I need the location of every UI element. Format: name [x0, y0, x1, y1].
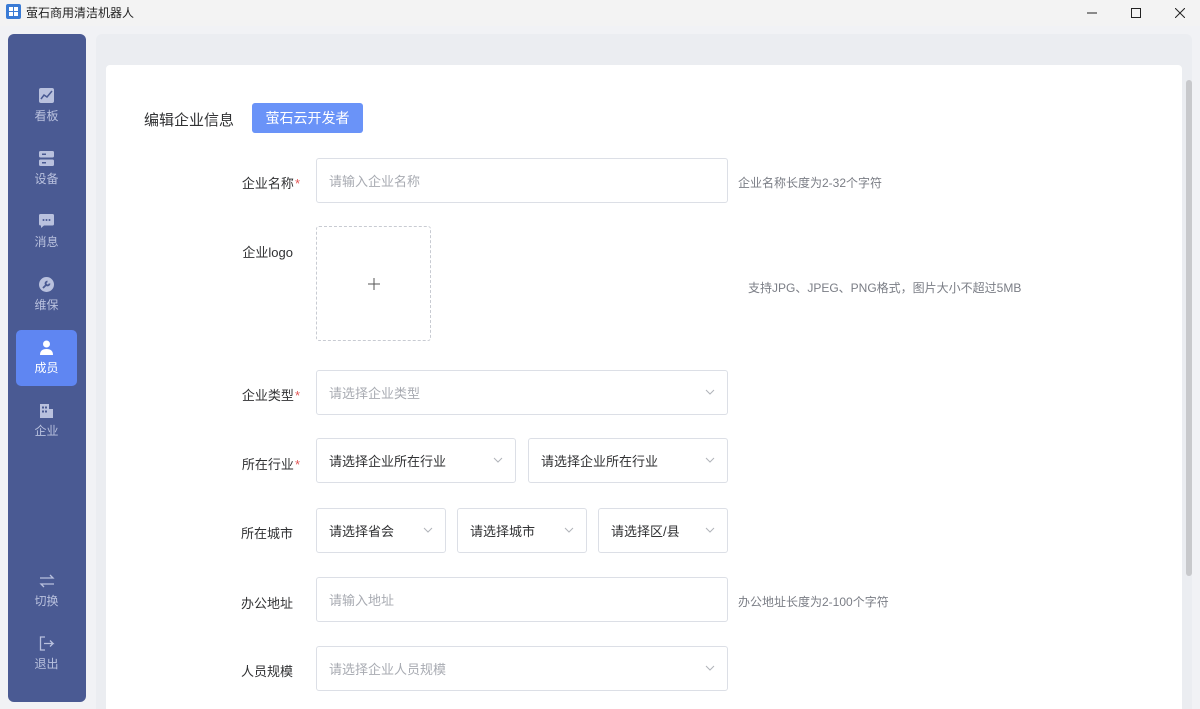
type-label-text: 企业类型: [241, 388, 294, 403]
maximize-icon: [1131, 8, 1141, 18]
sidebar-item-switch[interactable]: 切换: [16, 563, 77, 619]
chevron-down-icon: [564, 527, 574, 533]
close-icon: [1175, 8, 1185, 18]
scrollbar[interactable]: [1186, 80, 1192, 576]
required-mark: *: [294, 176, 300, 191]
sidebar-item-label: 设备: [34, 172, 59, 186]
page-title: 编辑企业信息: [144, 112, 235, 129]
scale-label: 人员规模: [240, 664, 293, 679]
province-select[interactable]: 请选择省会: [316, 508, 446, 553]
logout-icon: [39, 636, 55, 651]
building-icon: [40, 404, 53, 418]
sidebar-item-maintenance[interactable]: 维保: [16, 267, 77, 323]
logo-label: 企业logo: [242, 245, 293, 260]
chevron-down-icon: [705, 389, 715, 395]
logo-upload[interactable]: [316, 226, 431, 341]
plus-icon: [367, 277, 380, 290]
sidebar: 看板 设备 消息 维保 成员 企业 切换 退出: [8, 34, 86, 702]
chart-icon: [39, 88, 54, 103]
industry-select-value: 请选择企业所在行业: [329, 454, 447, 469]
logo-hint: 支持JPG、JPEG、PNG格式，图片大小不超过5MB: [748, 281, 1022, 295]
sidebar-item-label: 切换: [34, 593, 59, 608]
city-select-value: 请选择城市: [470, 524, 536, 539]
sidebar-item-label: 退出: [34, 657, 59, 671]
minimize-button[interactable]: [1072, 0, 1112, 26]
required-mark: *: [294, 388, 300, 403]
message-icon: [39, 214, 54, 228]
city-select[interactable]: 请选择城市: [457, 508, 587, 553]
chevron-down-icon: [705, 665, 715, 671]
address-label: 办公地址: [240, 596, 293, 611]
city-label: 所在城市: [240, 526, 293, 541]
district-select[interactable]: 请选择区/县: [598, 508, 728, 553]
minimize-icon: [1087, 12, 1097, 14]
scale-select[interactable]: 请选择企业人员规模: [316, 646, 728, 691]
app-logo-icon: [6, 4, 21, 19]
switch-icon: [38, 574, 55, 587]
address-hint: 办公地址长度为2-100个字符: [738, 595, 889, 609]
name-input[interactable]: 请输入企业名称: [316, 158, 728, 203]
app-title: 萤石商用清洁机器人: [26, 6, 135, 20]
sidebar-item-label: 企业: [34, 424, 59, 438]
developer-button[interactable]: 萤石云开发者: [252, 103, 363, 133]
sidebar-item-label: 看板: [34, 109, 59, 123]
sidebar-item-dashboard[interactable]: 看板: [16, 78, 77, 134]
server-icon: [39, 151, 54, 166]
name-label-text: 企业名称: [241, 176, 294, 191]
province-select-value: 请选择省会: [329, 524, 395, 539]
sidebar-item-label: 维保: [34, 298, 59, 312]
name-label: 企业名称*: [220, 173, 300, 192]
wrench-icon: [39, 277, 54, 292]
chevron-down-icon: [423, 527, 433, 533]
sidebar-item-devices[interactable]: 设备: [16, 141, 77, 197]
scale-select-value: 请选择企业人员规模: [329, 662, 447, 677]
chevron-down-icon: [705, 457, 715, 463]
address-input[interactable]: 请输入地址: [316, 577, 728, 622]
sidebar-item-label: 成员: [34, 361, 59, 375]
chevron-down-icon: [493, 457, 503, 463]
industry-label: 所在行业*: [220, 454, 300, 473]
industry-label-text: 所在行业: [241, 457, 294, 472]
title-bar: 萤石商用清洁机器人: [0, 0, 1200, 26]
district-select-value: 请选择区/县: [611, 524, 680, 539]
industry-select-secondary[interactable]: 请选择企业所在行业: [528, 438, 728, 483]
type-select-value: 请选择企业类型: [329, 386, 421, 401]
close-button[interactable]: [1160, 0, 1200, 26]
sidebar-item-logout[interactable]: 退出: [16, 626, 77, 682]
sidebar-item-enterprise[interactable]: 企业: [16, 393, 77, 449]
required-mark: *: [294, 457, 300, 472]
name-hint: 企业名称长度为2-32个字符: [738, 176, 883, 190]
industry-select-value: 请选择企业所在行业: [541, 454, 659, 469]
chevron-down-icon: [705, 527, 715, 533]
user-icon: [40, 340, 53, 355]
sidebar-item-label: 消息: [34, 235, 59, 249]
sidebar-item-messages[interactable]: 消息: [16, 204, 77, 260]
sidebar-item-members[interactable]: 成员: [16, 330, 77, 386]
type-select[interactable]: 请选择企业类型: [316, 370, 728, 415]
maximize-button[interactable]: [1116, 0, 1156, 26]
type-label: 企业类型*: [220, 385, 300, 404]
industry-select-primary[interactable]: 请选择企业所在行业: [316, 438, 516, 483]
